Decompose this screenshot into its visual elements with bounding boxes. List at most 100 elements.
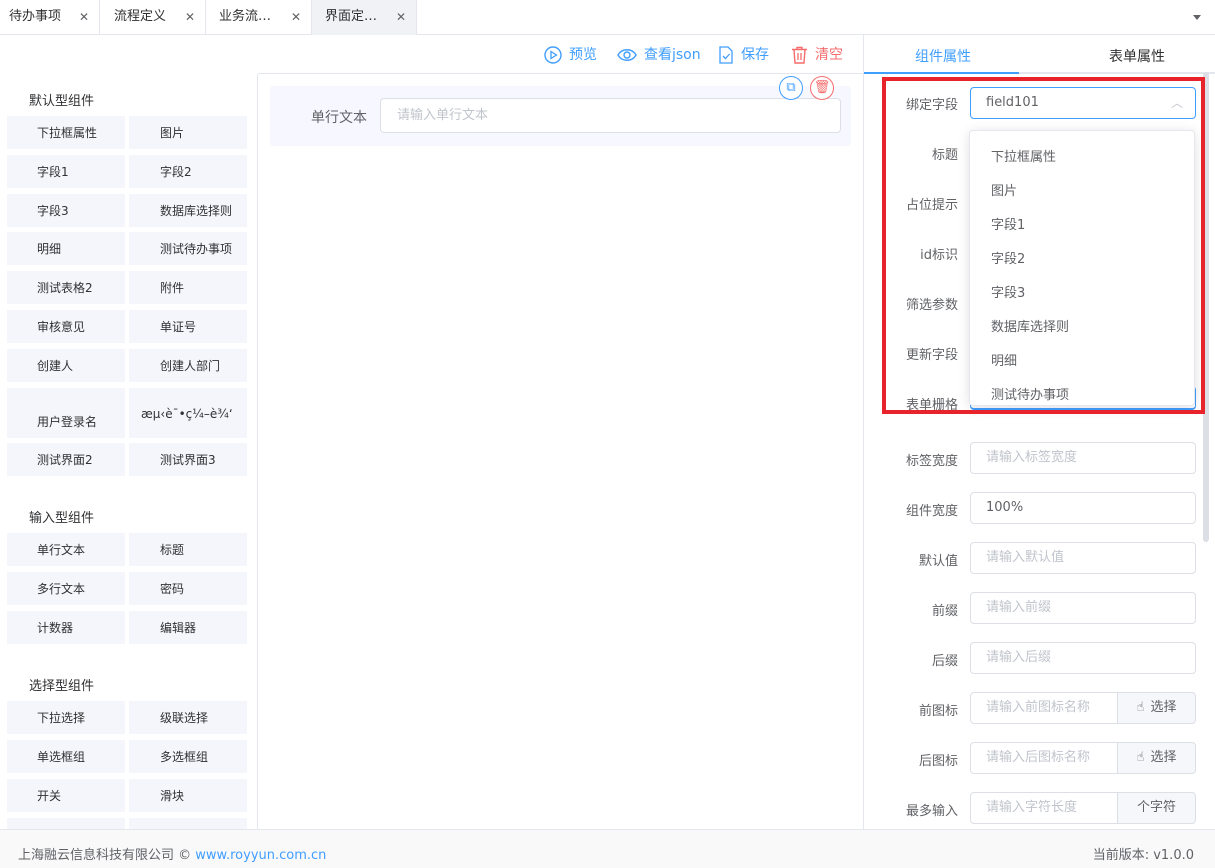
palette-item[interactable]: 编辑器: [129, 611, 247, 644]
palette-item[interactable]: 下拉选择: [7, 701, 125, 734]
palette-item[interactable]: 开关: [7, 779, 125, 812]
palette-item[interactable]: 字段3: [7, 194, 125, 227]
palette-item[interactable]: 单选框组: [7, 740, 125, 773]
clear-label: 清空: [815, 47, 843, 63]
palette-item[interactable]: 单行文本: [7, 533, 125, 566]
dropdown-option[interactable]: 字段3: [991, 282, 1025, 301]
dropdown-option[interactable]: 字段2: [991, 248, 1025, 267]
scrollbar[interactable]: [1203, 72, 1209, 542]
title-label: 标题: [931, 148, 958, 163]
tab-ui-definition[interactable]: 界面定… ✕: [312, 0, 417, 35]
form-item-single-line-text[interactable]: 单行文本 请输入单行文本: [270, 86, 851, 146]
close-icon[interactable]: ✕: [396, 0, 406, 34]
select-label: 选择: [1150, 750, 1177, 765]
pointer-icon: ☝: [1136, 750, 1145, 765]
palette-item[interactable]: 滑块: [129, 779, 247, 812]
dropdown-option[interactable]: 字段1: [991, 214, 1025, 233]
tab-label: 流程定义: [114, 9, 167, 24]
tab-todo[interactable]: 待办事项 ✕: [0, 0, 100, 35]
palette-item[interactable]: 审核意见: [7, 310, 125, 343]
update-field-label: 更新字段: [905, 348, 958, 363]
palette-item[interactable]: 图片: [129, 116, 247, 149]
label-width-input[interactable]: 请输入标签宽度: [970, 442, 1196, 474]
group-title-default: 默认型组件: [29, 94, 95, 109]
bind-field-select[interactable]: field101 ︿: [970, 87, 1196, 119]
palette-item[interactable]: 级联选择: [129, 701, 247, 734]
close-icon[interactable]: ✕: [291, 0, 301, 34]
prefix-input[interactable]: 请输入前缀: [970, 592, 1196, 624]
save-button[interactable]: 保存: [718, 44, 769, 64]
suffix-icon-input[interactable]: 请输入后图标名称: [970, 742, 1118, 774]
bind-field-dropdown: 下拉框属性 图片 字段1 字段2 字段3 数据库选择则 明细 测试待办事项: [969, 130, 1195, 406]
palette-item[interactable]: 用户登录名: [7, 388, 125, 438]
palette-item[interactable]: 字段2: [129, 155, 247, 188]
view-json-label: 查看json: [644, 47, 701, 63]
tab-form-properties[interactable]: 表单属性: [1109, 46, 1165, 66]
id-label: id标识: [920, 248, 958, 263]
version-info: 当前版本: v1.0.0: [1093, 844, 1194, 863]
tab-component-properties[interactable]: 组件属性: [915, 46, 971, 66]
preview-button[interactable]: 预览: [544, 44, 597, 64]
suffix-input[interactable]: 请输入后缀: [970, 642, 1196, 674]
form-grid-label: 表单栅格: [905, 398, 958, 413]
bind-field-label: 绑定字段: [905, 98, 958, 113]
palette-item[interactable]: 明细: [7, 232, 125, 265]
suffix-icon-label: 后图标: [918, 754, 958, 769]
group-title-input: 输入型组件: [29, 511, 95, 526]
palette-item[interactable]: 创建人部门: [129, 349, 247, 382]
prefix-label: 前缀: [931, 604, 958, 619]
palette-item[interactable]: [7, 818, 125, 829]
play-circle-icon: [544, 46, 562, 64]
palette-item[interactable]: [129, 818, 247, 829]
palette-item[interactable]: 多选框组: [129, 740, 247, 773]
palette-item[interactable]: æµ‹è¯•ç¼–è¾‘: [129, 388, 247, 438]
palette-item[interactable]: 测试待办事项: [129, 232, 247, 265]
palette-item[interactable]: 计数器: [7, 611, 125, 644]
tab-process-definition[interactable]: 流程定义 ✕: [100, 0, 206, 35]
clear-button[interactable]: 清空: [791, 44, 843, 64]
copy-icon[interactable]: ⧉: [779, 76, 803, 100]
company-link[interactable]: www.royyun.com.cn: [195, 848, 326, 863]
dropdown-option[interactable]: 数据库选择则: [991, 316, 1069, 335]
palette-item[interactable]: 数据库选择则: [129, 194, 247, 227]
palette-item[interactable]: 附件: [129, 271, 247, 304]
max-length-input[interactable]: 请输入字符长度: [970, 792, 1118, 824]
palette-item[interactable]: 测试界面2: [7, 443, 125, 476]
single-line-text-input[interactable]: 请输入单行文本: [380, 98, 841, 133]
tab-business-flow[interactable]: 业务流… ✕: [206, 0, 312, 35]
palette-item[interactable]: 多行文本: [7, 572, 125, 605]
dropdown-option[interactable]: 测试待办事项: [991, 384, 1069, 403]
footer: 上海融云信息科技有限公司 © www.royyun.com.cn 当前版本: v…: [0, 829, 1215, 868]
chevron-down-icon[interactable]: [1193, 15, 1201, 20]
prefix-icon-label: 前图标: [918, 704, 958, 719]
palette-item[interactable]: 测试表格2: [7, 271, 125, 304]
palette-item[interactable]: 字段1: [7, 155, 125, 188]
version-value: v1.0.0: [1153, 848, 1194, 863]
chevron-up-icon: ︿: [1170, 96, 1183, 110]
palette-item[interactable]: 标题: [129, 533, 247, 566]
palette-item[interactable]: 单证号: [129, 310, 247, 343]
prefix-icon-select-button[interactable]: ☝ 选择: [1117, 692, 1196, 724]
tab-label: 界面定…: [325, 9, 378, 24]
dropdown-option[interactable]: 下拉框属性: [991, 146, 1056, 165]
close-icon[interactable]: ✕: [79, 0, 89, 34]
palette-item[interactable]: 创建人: [7, 349, 125, 382]
component-width-label: 组件宽度: [905, 504, 958, 519]
dropdown-option[interactable]: 明细: [991, 350, 1017, 369]
palette-item[interactable]: 测试界面3: [129, 443, 247, 476]
select-label: 选择: [1150, 700, 1177, 715]
component-width-input[interactable]: 100%: [970, 492, 1196, 524]
suffix-icon-select-button[interactable]: ☝ 选择: [1117, 742, 1196, 774]
close-icon[interactable]: ✕: [185, 0, 195, 34]
dropdown-option[interactable]: 图片: [991, 180, 1017, 199]
palette-item[interactable]: 密码: [129, 572, 247, 605]
prefix-icon-input[interactable]: 请输入前图标名称: [970, 692, 1118, 724]
trash-icon[interactable]: 🗑: [810, 76, 834, 100]
default-value-label: 默认值: [918, 554, 958, 569]
toolbar: 预览 查看json 保存 清空: [258, 35, 863, 74]
view-json-button[interactable]: 查看json: [617, 44, 701, 64]
eye-icon: [617, 49, 637, 61]
preview-label: 预览: [569, 47, 597, 63]
palette-item[interactable]: 下拉框属性: [7, 116, 125, 149]
default-value-input[interactable]: 请输入默认值: [970, 542, 1196, 574]
